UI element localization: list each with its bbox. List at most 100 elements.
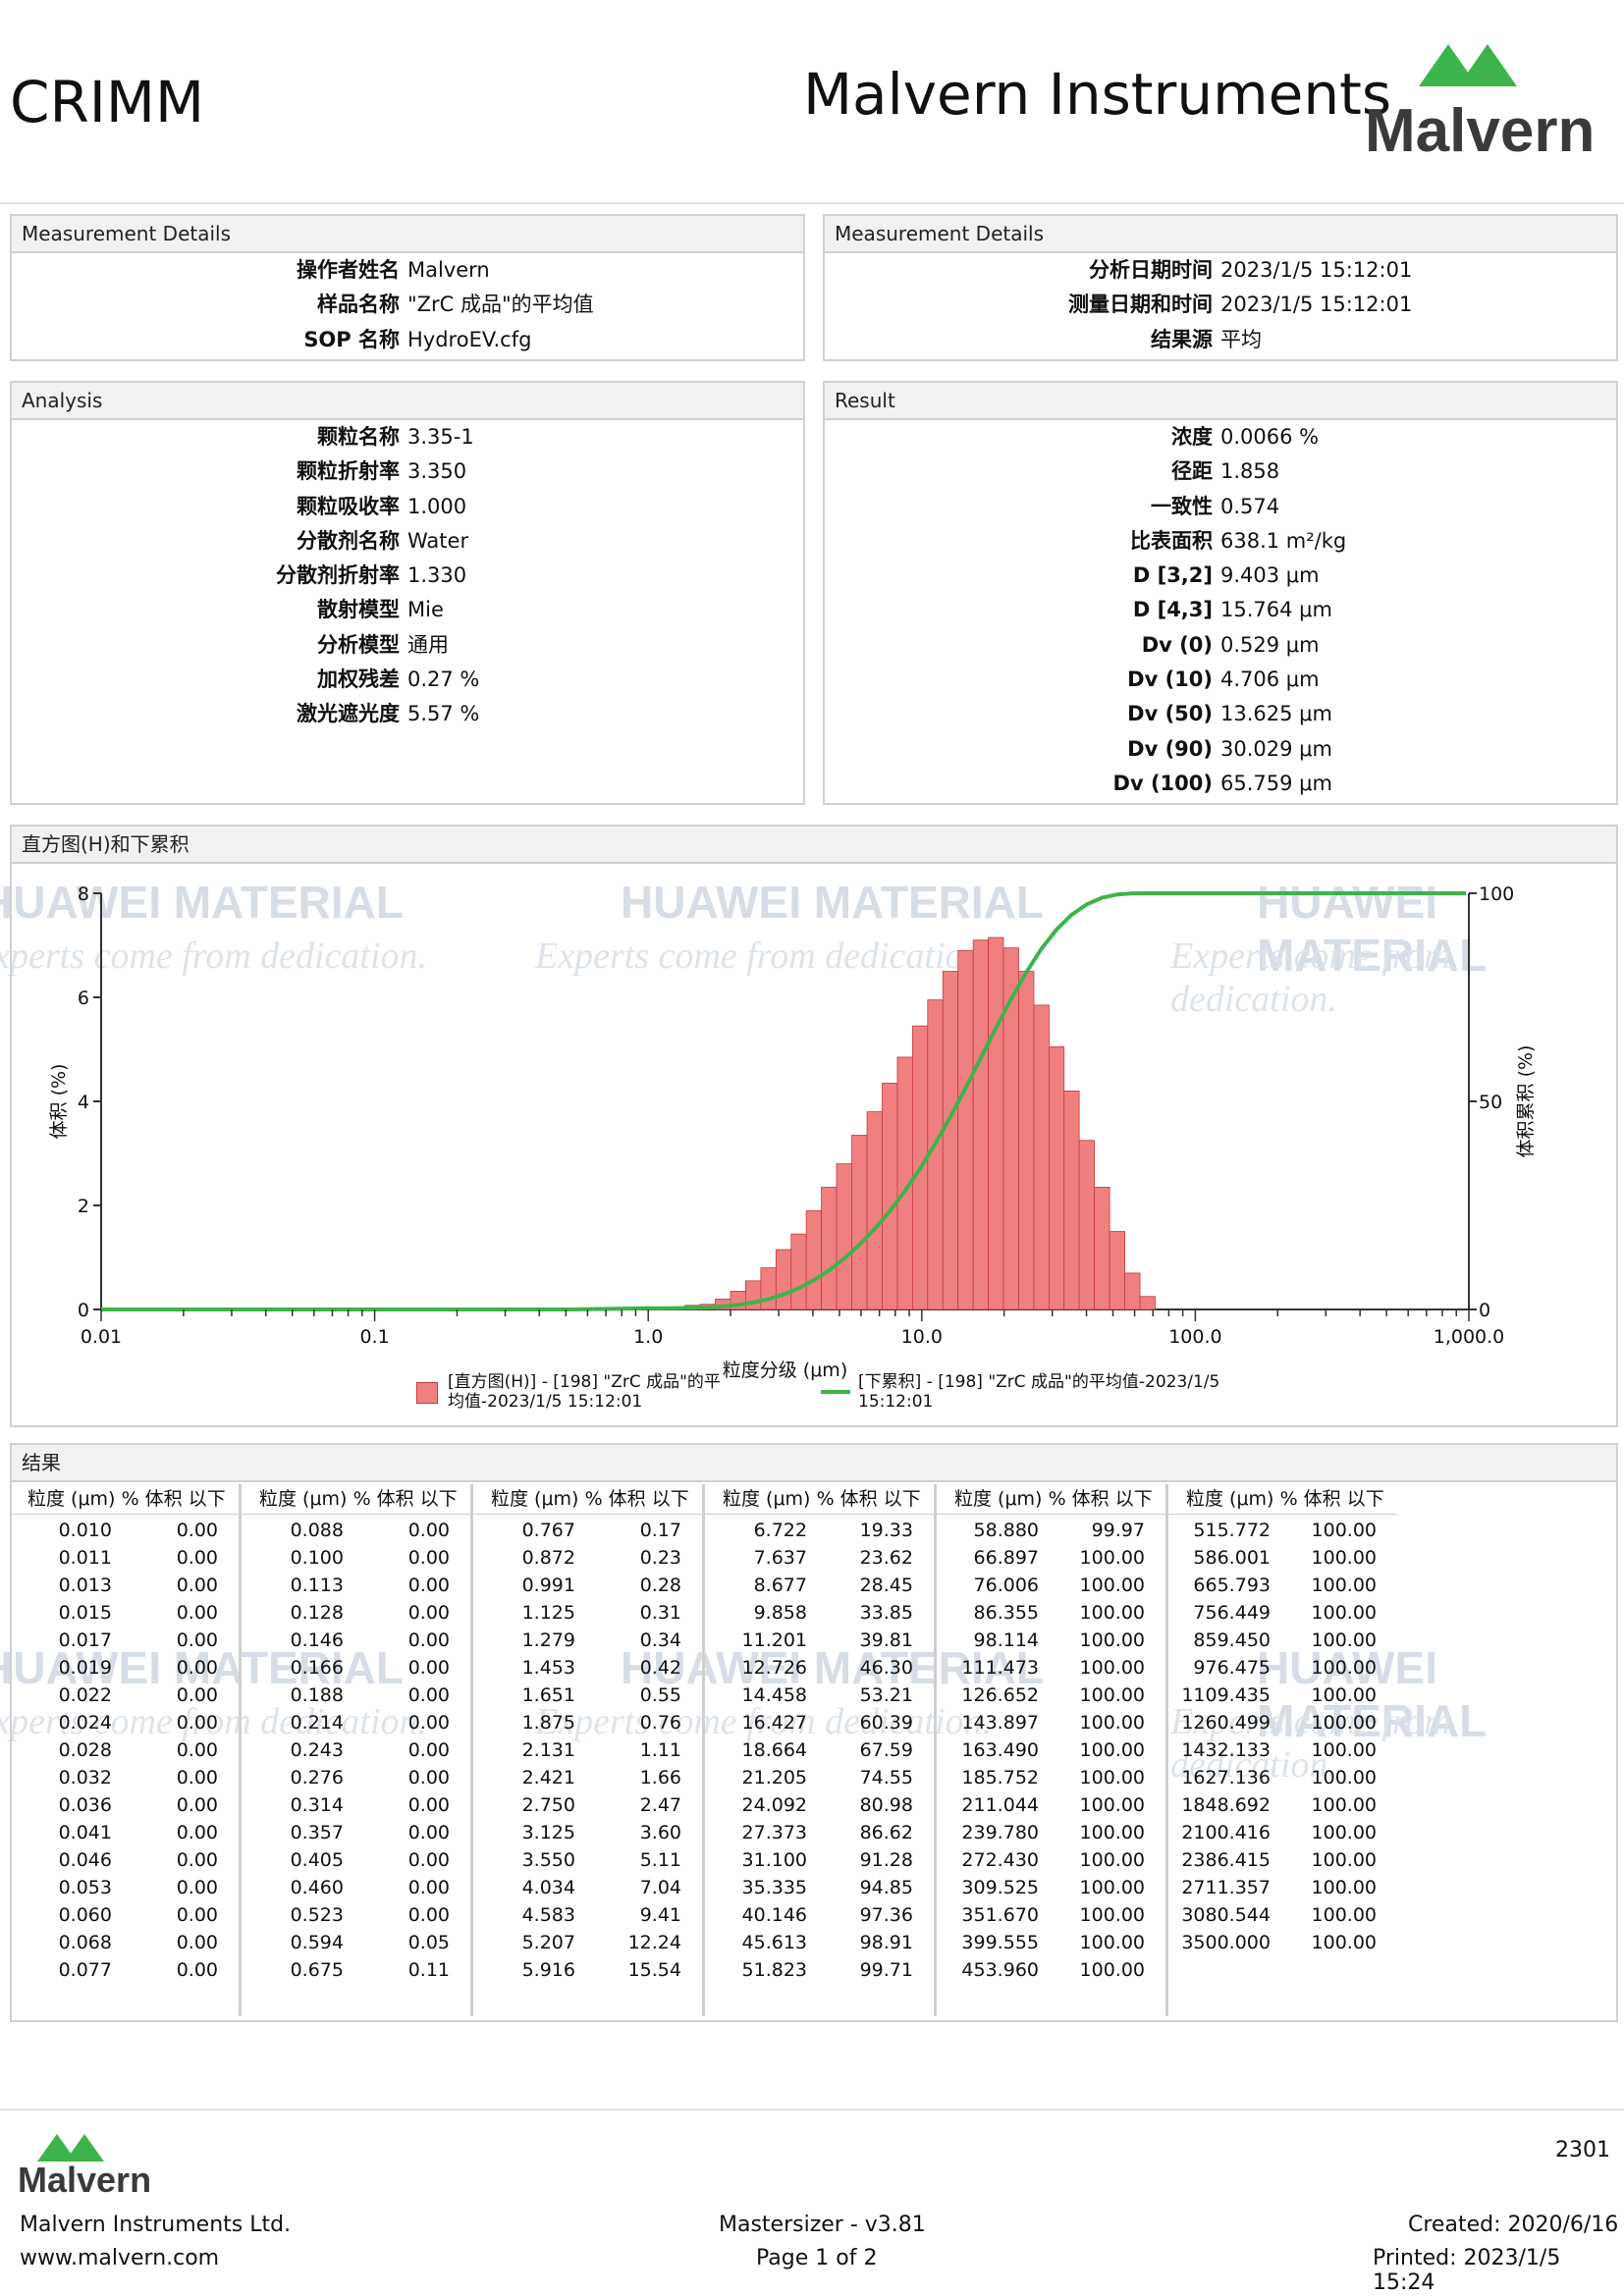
table-row: 0.041 0.00 — [10, 1819, 239, 1846]
table-row: 0.053 0.00 — [10, 1874, 239, 1901]
cell-size: 2711.357 — [1181, 1877, 1271, 1898]
histogram-bar — [988, 936, 1004, 1310]
table-row: 0.523 0.00 — [242, 1901, 470, 1929]
table-column-group: 粒度 (μm)% 体积 以下 0.088 0.00 0.100 0.00 0.113 0.0… — [242, 1484, 473, 2016]
cell-size: 756.449 — [1193, 1602, 1271, 1624]
table-row: 399.555 100.00 — [937, 1929, 1165, 1956]
kv-row: Dv (0) 0.529 μm — [825, 628, 1346, 663]
y2-tick-label: 100 — [1479, 883, 1514, 905]
histogram-bar — [1094, 1187, 1110, 1310]
cell-volume: 19.33 — [859, 1520, 913, 1541]
kv-value: 3.350 — [407, 459, 467, 484]
x-tick-label: 1.0 — [633, 1326, 663, 1348]
cell-size: 1432.133 — [1181, 1739, 1271, 1761]
cell-size: 86.355 — [973, 1602, 1039, 1624]
kv-row: 分析日期时间 2023/1/5 15:12:01 — [825, 253, 1412, 288]
kv-value: Malvern — [407, 258, 490, 282]
cell-size: 3.550 — [521, 1849, 575, 1871]
table-row: 0.028 0.00 — [10, 1736, 239, 1764]
cell-volume: 100.00 — [1079, 1575, 1145, 1596]
cell-volume: 0.00 — [407, 1794, 450, 1816]
cell-size: 2100.416 — [1181, 1822, 1271, 1843]
histogram-bar — [882, 1083, 898, 1310]
cell-size: 0.405 — [290, 1849, 344, 1871]
table-column-group: 粒度 (μm)% 体积 以下 515.772 100.00 586.001 100.00… — [1168, 1484, 1397, 2016]
histogram-bar — [866, 1111, 883, 1310]
table-column-group: 粒度 (μm)% 体积 以下 6.722 19.33 7.637 23.62 8.677 2… — [705, 1484, 937, 2016]
cell-volume: 0.00 — [407, 1849, 450, 1871]
cell-volume: 0.00 — [407, 1657, 450, 1679]
kv-row: 分散剂折射率 1.330 — [12, 559, 479, 593]
cell-volume: 100.00 — [1311, 1575, 1377, 1596]
cell-volume: 100.00 — [1079, 1794, 1145, 1816]
kv-label: Dv (10) — [1127, 667, 1213, 692]
company-name: Malvern Instruments — [803, 61, 1392, 128]
table-row: 2711.357 100.00 — [1168, 1874, 1397, 1901]
cell-volume: 100.00 — [1079, 1547, 1145, 1569]
cell-size: 1260.499 — [1181, 1712, 1271, 1734]
kv-row: 结果源 平均 — [825, 323, 1412, 357]
footer-company: Malvern Instruments Ltd. — [20, 2213, 292, 2237]
histogram-chart: 024680501000.01 0.1 1.0 10.0 100.0 1,000.0粒度分… — [48, 883, 1537, 1381]
y2-tick-label: 50 — [1479, 1092, 1502, 1113]
histogram-bar — [972, 939, 989, 1310]
table-row: 40.146 97.36 — [705, 1901, 934, 1929]
kv-label: Dv (100) — [1112, 771, 1213, 795]
cell-size: 0.010 — [58, 1520, 112, 1541]
cell-volume: 0.00 — [176, 1657, 218, 1679]
table-row: 756.449 100.00 — [1168, 1599, 1397, 1627]
kv-label: 分散剂折射率 — [276, 563, 400, 588]
table-row: 1260.499 100.00 — [1168, 1709, 1397, 1736]
cell-size: 0.314 — [290, 1794, 344, 1816]
cell-volume: 0.00 — [176, 1629, 218, 1651]
cell-volume: 15.54 — [627, 1959, 681, 1981]
cell-volume: 100.00 — [1311, 1520, 1377, 1541]
table-row: 0.405 0.00 — [242, 1846, 470, 1874]
table-row: 976.475 100.00 — [1168, 1654, 1397, 1682]
table-header: 粒度 (μm)% 体积 以下 — [242, 1484, 470, 1515]
cell-volume: 0.00 — [176, 1932, 218, 1953]
cell-size: 0.113 — [290, 1575, 344, 1596]
table-row: 0.767 0.17 — [473, 1517, 702, 1544]
cell-size: 0.166 — [290, 1657, 344, 1679]
cell-volume: 9.41 — [639, 1904, 681, 1926]
cell-volume: 0.00 — [176, 1520, 218, 1541]
cell-size: 0.024 — [58, 1712, 112, 1734]
cell-size: 0.041 — [58, 1822, 112, 1843]
cell-volume: 0.00 — [407, 1767, 450, 1789]
table-row: 12.726 46.30 — [705, 1654, 934, 1682]
y-axis-label: 体积 (%) — [48, 1064, 70, 1140]
header-size: 粒度 (μm) — [491, 1488, 579, 1510]
cell-size: 0.872 — [521, 1547, 575, 1569]
cell-volume: 0.00 — [407, 1602, 450, 1624]
cell-volume: 0.17 — [639, 1520, 681, 1541]
header-volume: % 体积 以下 — [1279, 1488, 1384, 1510]
table-column-group: 粒度 (μm)% 体积 以下 0.010 0.00 0.011 0.00 0.013 0.0… — [10, 1484, 242, 2016]
table-row: 2.750 2.47 — [473, 1791, 702, 1819]
table-row: 0.019 0.00 — [10, 1654, 239, 1682]
footer-software: Mastersizer - v3.81 — [719, 2213, 926, 2237]
table-row: 9.858 33.85 — [705, 1599, 934, 1627]
y2-axis-label: 体积累积 (%) — [1515, 1045, 1537, 1158]
cell-volume: 60.39 — [859, 1712, 913, 1734]
kv-label: 颗粒吸收率 — [297, 494, 400, 518]
histogram-bar — [821, 1187, 838, 1310]
cell-size: 21.205 — [741, 1767, 807, 1789]
header-volume: % 体积 以下 — [1048, 1488, 1153, 1510]
cell-volume: 0.00 — [176, 1959, 218, 1981]
table-row: 3.125 3.60 — [473, 1819, 702, 1846]
kv-value: 30.029 μm — [1220, 736, 1332, 761]
cell-volume: 12.24 — [627, 1932, 681, 1953]
table-row: 1432.133 100.00 — [1168, 1736, 1397, 1764]
cell-volume: 0.34 — [639, 1629, 681, 1651]
cell-size: 4.034 — [521, 1877, 575, 1898]
x-tick-label: 10.0 — [901, 1326, 943, 1348]
kv-value: 13.625 μm — [1220, 702, 1332, 726]
cell-volume: 91.28 — [859, 1849, 913, 1871]
cell-volume: 1.11 — [639, 1739, 681, 1761]
cell-size: 31.100 — [741, 1849, 807, 1871]
table-body: 6.722 19.33 7.637 23.62 8.677 28.45 9.858 33.85… — [705, 1515, 934, 1984]
cell-size: 6.722 — [753, 1520, 807, 1541]
table-row: 143.897 100.00 — [937, 1709, 1165, 1736]
cell-size: 5.916 — [521, 1959, 575, 1981]
